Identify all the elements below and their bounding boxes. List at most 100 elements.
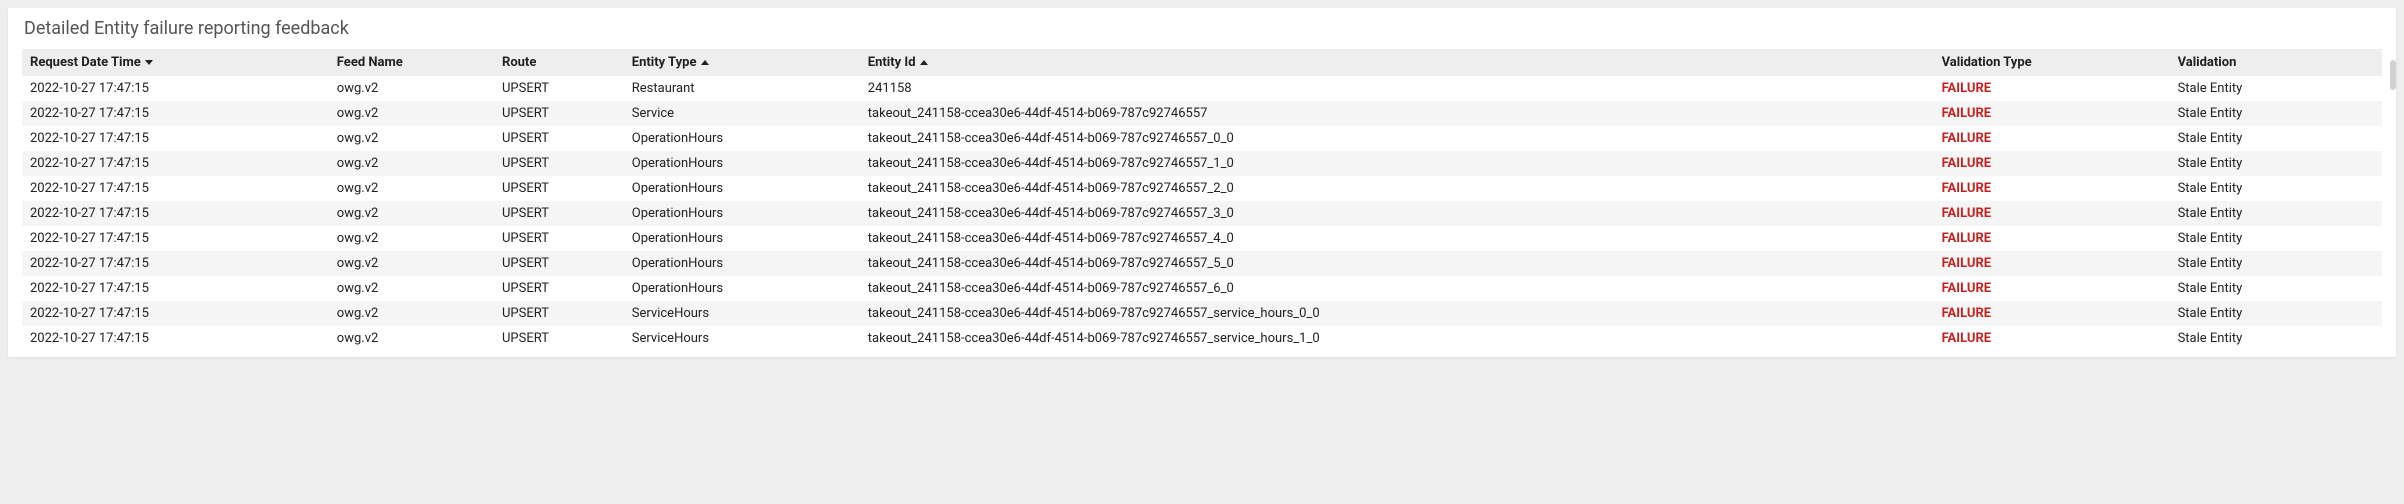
cell-feed-name: owg.v2: [329, 101, 494, 126]
cell-route: UPSERT: [494, 101, 624, 126]
cell-request-dt: 2022-10-27 17:47:15: [22, 201, 329, 226]
cell-validation-type: FAILURE: [1934, 126, 2170, 151]
cell-validation: Stale Entity: [2170, 76, 2382, 101]
section-title: Detailed Entity failure reporting feedba…: [24, 18, 2382, 39]
cell-entity-type: Restaurant: [624, 76, 860, 101]
col-request-date-time[interactable]: Request Date Time: [30, 55, 153, 70]
cell-validation: Stale Entity: [2170, 176, 2382, 201]
table-row[interactable]: 2022-10-27 17:47:15owg.v2UPSERTOperation…: [22, 251, 2382, 276]
cell-route: UPSERT: [494, 226, 624, 251]
cell-entity-id: takeout_241158-ccea30e6-44df-4514-b069-7…: [860, 101, 1934, 126]
cell-route: UPSERT: [494, 276, 624, 301]
table-row[interactable]: 2022-10-27 17:47:15owg.v2UPSERTOperation…: [22, 176, 2382, 201]
col-label: Validation Type: [1942, 55, 2032, 70]
cell-validation-type: FAILURE: [1934, 326, 2170, 351]
cell-request-dt: 2022-10-27 17:47:15: [22, 76, 329, 101]
cell-request-dt: 2022-10-27 17:47:15: [22, 301, 329, 326]
table-row[interactable]: 2022-10-27 17:47:15owg.v2UPSERTRestauran…: [22, 76, 2382, 101]
cell-validation: Stale Entity: [2170, 226, 2382, 251]
cell-feed-name: owg.v2: [329, 126, 494, 151]
cell-request-dt: 2022-10-27 17:47:15: [22, 151, 329, 176]
col-validation-type[interactable]: Validation Type: [1942, 55, 2032, 70]
col-entity-id[interactable]: Entity Id: [868, 55, 928, 70]
table-body: 2022-10-27 17:47:15owg.v2UPSERTRestauran…: [22, 76, 2382, 351]
cell-route: UPSERT: [494, 76, 624, 101]
table-row[interactable]: 2022-10-27 17:47:15owg.v2UPSERTServiceta…: [22, 101, 2382, 126]
cell-validation-type: FAILURE: [1934, 301, 2170, 326]
table-row[interactable]: 2022-10-27 17:47:15owg.v2UPSERTOperation…: [22, 126, 2382, 151]
cell-feed-name: owg.v2: [329, 251, 494, 276]
failure-table: Request Date Time Feed Name Route: [22, 49, 2382, 351]
col-label: Route: [502, 55, 536, 70]
col-entity-type[interactable]: Entity Type: [632, 55, 709, 70]
cell-feed-name: owg.v2: [329, 301, 494, 326]
cell-entity-type: ServiceHours: [624, 326, 860, 351]
cell-request-dt: 2022-10-27 17:47:15: [22, 226, 329, 251]
cell-entity-id: takeout_241158-ccea30e6-44df-4514-b069-7…: [860, 126, 1934, 151]
cell-entity-id: takeout_241158-ccea30e6-44df-4514-b069-7…: [860, 201, 1934, 226]
cell-validation: Stale Entity: [2170, 151, 2382, 176]
cell-entity-id: takeout_241158-ccea30e6-44df-4514-b069-7…: [860, 326, 1934, 351]
table-row[interactable]: 2022-10-27 17:47:15owg.v2UPSERTOperation…: [22, 201, 2382, 226]
cell-route: UPSERT: [494, 326, 624, 351]
col-label: Entity Id: [868, 55, 916, 70]
cell-request-dt: 2022-10-27 17:47:15: [22, 126, 329, 151]
cell-feed-name: owg.v2: [329, 326, 494, 351]
cell-validation-type: FAILURE: [1934, 101, 2170, 126]
cell-feed-name: owg.v2: [329, 226, 494, 251]
table-row[interactable]: 2022-10-27 17:47:15owg.v2UPSERTOperation…: [22, 276, 2382, 301]
cell-entity-type: OperationHours: [624, 126, 860, 151]
cell-entity-id: 241158: [860, 76, 1934, 101]
cell-entity-type: OperationHours: [624, 176, 860, 201]
cell-feed-name: owg.v2: [329, 201, 494, 226]
col-label: Validation: [2178, 55, 2237, 70]
col-feed-name[interactable]: Feed Name: [337, 55, 403, 70]
cell-entity-type: OperationHours: [624, 251, 860, 276]
cell-validation-type: FAILURE: [1934, 276, 2170, 301]
report-card: Detailed Entity failure reporting feedba…: [8, 8, 2396, 357]
cell-validation-type: FAILURE: [1934, 76, 2170, 101]
cell-validation-type: FAILURE: [1934, 176, 2170, 201]
col-label: Request Date Time: [30, 55, 141, 70]
col-validation[interactable]: Validation: [2178, 55, 2237, 70]
cell-request-dt: 2022-10-27 17:47:15: [22, 276, 329, 301]
cell-validation: Stale Entity: [2170, 126, 2382, 151]
cell-feed-name: owg.v2: [329, 76, 494, 101]
cell-validation: Stale Entity: [2170, 301, 2382, 326]
cell-validation: Stale Entity: [2170, 101, 2382, 126]
cell-feed-name: owg.v2: [329, 276, 494, 301]
col-label: Feed Name: [337, 55, 403, 70]
cell-entity-type: Service: [624, 101, 860, 126]
cell-request-dt: 2022-10-27 17:47:15: [22, 251, 329, 276]
cell-route: UPSERT: [494, 201, 624, 226]
cell-entity-id: takeout_241158-ccea30e6-44df-4514-b069-7…: [860, 251, 1934, 276]
cell-validation: Stale Entity: [2170, 251, 2382, 276]
table-row[interactable]: 2022-10-27 17:47:15owg.v2UPSERTServiceHo…: [22, 326, 2382, 351]
cell-route: UPSERT: [494, 176, 624, 201]
table-row[interactable]: 2022-10-27 17:47:15owg.v2UPSERTOperation…: [22, 151, 2382, 176]
cell-entity-id: takeout_241158-ccea30e6-44df-4514-b069-7…: [860, 151, 1934, 176]
cell-validation-type: FAILURE: [1934, 226, 2170, 251]
col-label: Entity Type: [632, 55, 697, 70]
cell-feed-name: owg.v2: [329, 176, 494, 201]
cell-validation-type: FAILURE: [1934, 151, 2170, 176]
cell-validation-type: FAILURE: [1934, 251, 2170, 276]
table-header-row: Request Date Time Feed Name Route: [22, 49, 2382, 76]
table-row[interactable]: 2022-10-27 17:47:15owg.v2UPSERTServiceHo…: [22, 301, 2382, 326]
cell-validation: Stale Entity: [2170, 326, 2382, 351]
cell-entity-id: takeout_241158-ccea30e6-44df-4514-b069-7…: [860, 226, 1934, 251]
cell-entity-id: takeout_241158-ccea30e6-44df-4514-b069-7…: [860, 276, 1934, 301]
sort-desc-icon: [145, 60, 153, 65]
cell-entity-type: OperationHours: [624, 151, 860, 176]
cell-validation-type: FAILURE: [1934, 201, 2170, 226]
sort-asc-icon: [920, 60, 928, 65]
cell-route: UPSERT: [494, 301, 624, 326]
cell-entity-id: takeout_241158-ccea30e6-44df-4514-b069-7…: [860, 176, 1934, 201]
cell-route: UPSERT: [494, 251, 624, 276]
table-row[interactable]: 2022-10-27 17:47:15owg.v2UPSERTOperation…: [22, 226, 2382, 251]
cell-route: UPSERT: [494, 151, 624, 176]
cell-entity-type: OperationHours: [624, 201, 860, 226]
col-route[interactable]: Route: [502, 55, 536, 70]
cell-validation: Stale Entity: [2170, 276, 2382, 301]
cell-route: UPSERT: [494, 126, 624, 151]
